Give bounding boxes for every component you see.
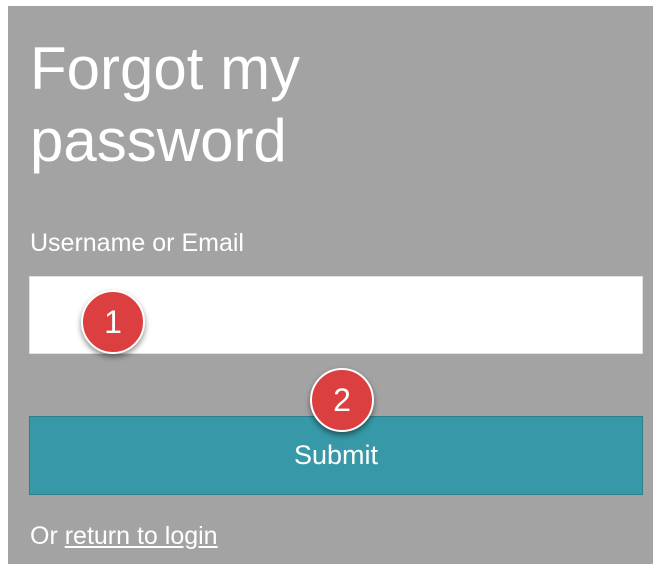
username-email-label: Username or Email	[30, 229, 244, 257]
return-to-login-link[interactable]: return to login	[65, 522, 218, 550]
page-title: Forgot my password	[30, 35, 301, 174]
step-marker-2: 2	[310, 368, 374, 432]
step-marker-1: 1	[81, 290, 145, 354]
return-to-login-row: Or return to login	[30, 521, 218, 551]
forgot-password-panel: Forgot my password Username or Email Sub…	[8, 6, 653, 564]
footer-prefix: Or	[30, 522, 65, 550]
